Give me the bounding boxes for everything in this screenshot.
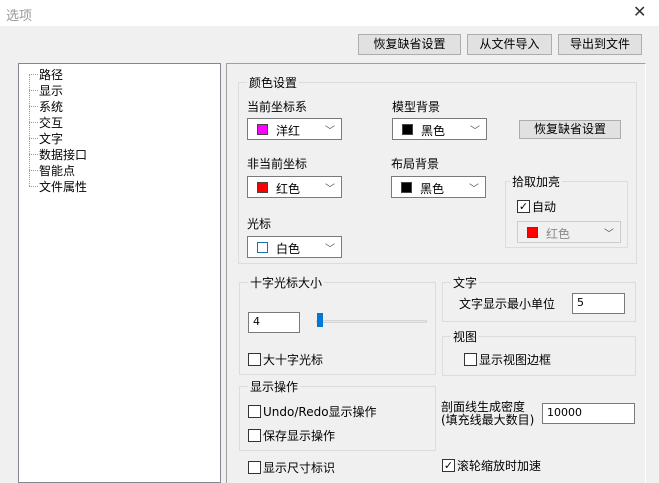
non-current-cs-label: 非当前坐标 [247, 157, 308, 171]
color-swatch [401, 182, 412, 193]
close-icon[interactable]: ✕ [633, 2, 646, 21]
tree-item-system[interactable]: 系统 [39, 98, 63, 115]
group-label: 拾取加亮 [510, 173, 563, 190]
checkbox-icon [248, 353, 261, 366]
hatch-density-input[interactable]: 10000 [542, 403, 635, 424]
checkbox-label: 大十字光标 [263, 353, 324, 367]
checkbox-label: 保存显示操作 [263, 429, 336, 443]
non-current-cs-color-select[interactable]: 红色 ﹀ [247, 176, 342, 198]
tree-item-file-props[interactable]: 文件属性 [39, 178, 87, 195]
wheel-accel-checkbox[interactable]: ✓ 滚轮缩放时加速 [442, 457, 541, 474]
checkbox-icon [248, 461, 261, 474]
checkbox-icon [248, 429, 261, 442]
chevron-down-icon: ﹀ [604, 229, 614, 240]
current-cs-color-select[interactable]: 洋红 ﹀ [247, 118, 342, 140]
layout-bg-color-select[interactable]: 黑色 ﹀ [391, 176, 486, 198]
cursor-label: 光标 [247, 217, 272, 231]
model-bg-label: 模型背景 [392, 100, 441, 114]
checkbox-label: 显示视图边框 [479, 353, 552, 367]
hatch-label-line2: (填充线最大数目) [441, 413, 535, 427]
select-value: 红色 [546, 227, 571, 241]
select-value: 白色 [276, 242, 301, 256]
save-display-checkbox[interactable]: 保存显示操作 [248, 427, 335, 444]
select-value: 红色 [276, 182, 301, 196]
checkbox-checked-icon: ✓ [517, 200, 530, 213]
tree-item-data-interface[interactable]: 数据接口 [39, 146, 87, 163]
color-swatch [527, 227, 538, 238]
color-swatch [257, 124, 268, 135]
color-swatch [257, 182, 268, 193]
current-cs-label: 当前坐标系 [247, 100, 308, 114]
checkbox-label: 滚轮缩放时加速 [457, 459, 542, 473]
chevron-down-icon: ﹀ [470, 126, 480, 137]
group-label: 文字 [451, 274, 480, 291]
chevron-down-icon: ﹀ [325, 244, 335, 255]
checkbox-label: 自动 [532, 200, 557, 214]
big-crosshair-checkbox[interactable]: 大十字光标 [248, 351, 323, 368]
chevron-down-icon: ﹀ [325, 184, 335, 195]
checkbox-label: 显示尺寸标识 [263, 461, 336, 475]
crosshair-size-input[interactable]: 4 [248, 312, 300, 333]
undo-redo-checkbox[interactable]: Undo/Redo显示操作 [248, 403, 377, 420]
options-tree[interactable]: 路径 显示 系统 交互 文字 数据接口 智能点 文件属性 [18, 63, 221, 483]
crosshair-slider-thumb[interactable] [317, 313, 323, 327]
group-label: 视图 [451, 328, 480, 345]
tree-item-display[interactable]: 显示 [39, 82, 63, 99]
checkbox-label: Undo/Redo显示操作 [263, 405, 377, 419]
color-swatch [257, 242, 268, 253]
restore-defaults-button[interactable]: 恢复缺省设置 [358, 34, 461, 55]
pick-highlight-color-select: 红色 ﹀ [517, 221, 621, 243]
dim-marks-checkbox[interactable]: 显示尺寸标识 [248, 459, 335, 476]
group-label: 十字光标大小 [248, 274, 325, 291]
min-unit-input[interactable]: 5 [572, 293, 625, 314]
view-border-checkbox[interactable]: 显示视图边框 [464, 351, 551, 368]
layout-bg-label: 布局背景 [391, 157, 440, 171]
title-bar [0, 0, 659, 26]
tree-item-text[interactable]: 文字 [39, 130, 63, 147]
auto-checkbox[interactable]: ✓ 自动 [517, 198, 556, 215]
hatch-density-label: 剖面线生成密度 (填充线最大数目) [441, 401, 534, 427]
window-title: 选项 [6, 9, 33, 24]
checkbox-icon [464, 353, 477, 366]
chevron-down-icon: ﹀ [325, 126, 335, 137]
tree-item-smart-point[interactable]: 智能点 [39, 162, 75, 179]
color-swatch [402, 124, 413, 135]
select-value: 黑色 [420, 182, 445, 196]
import-file-button[interactable]: 从文件导入 [467, 34, 552, 55]
tree-item-interaction[interactable]: 交互 [39, 114, 63, 131]
group-label: 显示操作 [248, 378, 301, 395]
tree-item-path[interactable]: 路径 [39, 66, 63, 83]
crosshair-slider-track[interactable] [316, 320, 427, 323]
checkbox-icon [248, 405, 261, 418]
restore-colors-button[interactable]: 恢复缺省设置 [519, 120, 621, 139]
select-value: 黑色 [421, 124, 446, 138]
chevron-down-icon: ﹀ [469, 184, 479, 195]
checkbox-checked-icon: ✓ [442, 459, 455, 472]
group-label: 颜色设置 [247, 74, 300, 91]
model-bg-color-select[interactable]: 黑色 ﹀ [392, 118, 487, 140]
min-unit-label: 文字显示最小单位 [459, 297, 556, 311]
export-file-button[interactable]: 导出到文件 [558, 34, 642, 55]
cursor-color-select[interactable]: 白色 ﹀ [247, 236, 342, 258]
select-value: 洋红 [276, 124, 301, 138]
